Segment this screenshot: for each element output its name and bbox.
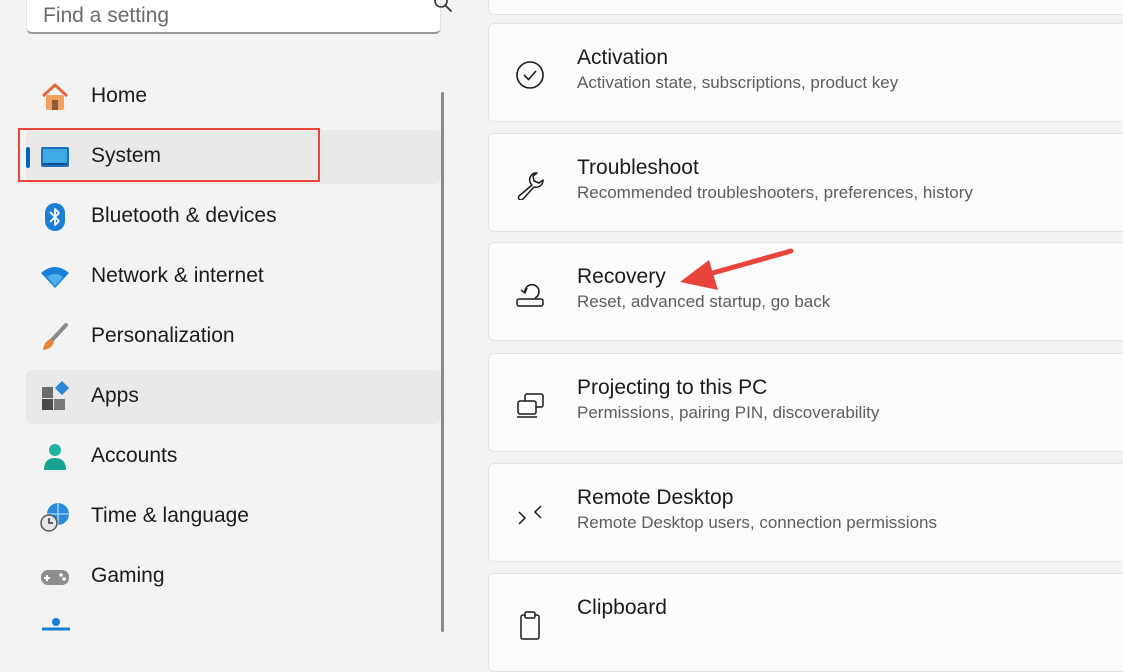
check-circle-icon: [516, 61, 544, 89]
card-title: Recovery: [577, 265, 666, 288]
settings-card-recovery[interactable]: Recovery Reset, advanced startup, go bac…: [488, 242, 1123, 341]
projecting-icon: [517, 393, 544, 418]
sidebar-item-bluetooth[interactable]: Bluetooth & devices: [26, 190, 441, 244]
settings-card-projecting[interactable]: Projecting to this PC Permissions, pairi…: [488, 353, 1123, 452]
sidebar-item-apps[interactable]: Apps: [26, 370, 441, 424]
sidebar-item-label: Bluetooth & devices: [91, 204, 277, 227]
globe-clock-icon: [40, 503, 69, 532]
card-description: Permissions, pairing PIN, discoverabilit…: [577, 403, 880, 422]
settings-card-previous[interactable]: [488, 0, 1123, 15]
wifi-icon: [41, 267, 69, 288]
settings-card-clipboard[interactable]: Clipboard: [488, 573, 1123, 672]
search-placeholder: Find a setting: [43, 4, 170, 27]
card-description: Activation state, subscriptions, product…: [577, 73, 899, 92]
sidebar-item-home[interactable]: Home: [26, 70, 441, 124]
settings-card-activation[interactable]: Activation Activation state, subscriptio…: [488, 23, 1123, 122]
sidebar-item-label: Personalization: [91, 324, 235, 347]
home-icon: [41, 83, 69, 110]
sidebar-item-network[interactable]: Network & internet: [26, 250, 441, 304]
sidebar-item-accounts[interactable]: Accounts: [26, 430, 441, 484]
sidebar-item-personalization[interactable]: Personalization: [26, 310, 441, 364]
card-description: Reset, advanced startup, go back: [577, 292, 831, 311]
search-icon[interactable]: [432, 0, 454, 14]
wrench-icon: [517, 172, 544, 200]
sidebar-item-label: Accounts: [91, 444, 178, 467]
clipboard-icon: [520, 611, 540, 640]
card-description: Recommended troubleshooters, preferences…: [577, 183, 973, 202]
apps-icon: [42, 381, 70, 410]
search-input[interactable]: Find a setting: [26, 0, 452, 34]
person-icon: [44, 444, 66, 470]
sidebar-item-label: Gaming: [91, 564, 165, 587]
card-title: Troubleshoot: [577, 156, 699, 179]
settings-card-troubleshoot[interactable]: Troubleshoot Recommended troubleshooters…: [488, 133, 1123, 232]
card-title: Clipboard: [577, 596, 667, 619]
recovery-icon: [516, 283, 544, 307]
accessibility-icon: [42, 618, 70, 631]
card-title: Projecting to this PC: [577, 376, 768, 399]
sidebar-item-gaming[interactable]: Gaming: [26, 550, 441, 604]
sidebar-scrollbar[interactable]: [441, 92, 444, 632]
sidebar-item-label: Time & language: [91, 504, 249, 527]
settings-card-remote-desktop[interactable]: Remote Desktop Remote Desktop users, con…: [488, 463, 1123, 562]
sidebar-item-label: Network & internet: [91, 264, 264, 287]
gamepad-icon: [41, 570, 69, 585]
sidebar-item-time-language[interactable]: Time & language: [26, 490, 441, 544]
bluetooth-icon: [45, 203, 65, 231]
remote-desktop-icon: [518, 505, 542, 525]
annotation-arrow: [680, 248, 794, 290]
card-description: Remote Desktop users, connection permiss…: [577, 513, 937, 532]
brush-icon: [43, 323, 68, 350]
card-title: Activation: [577, 46, 669, 69]
highlight-annotation-box: [18, 128, 320, 182]
card-title: Remote Desktop: [577, 486, 734, 509]
sidebar-item-label: Apps: [91, 384, 139, 407]
sidebar-item-label: Home: [91, 84, 148, 107]
